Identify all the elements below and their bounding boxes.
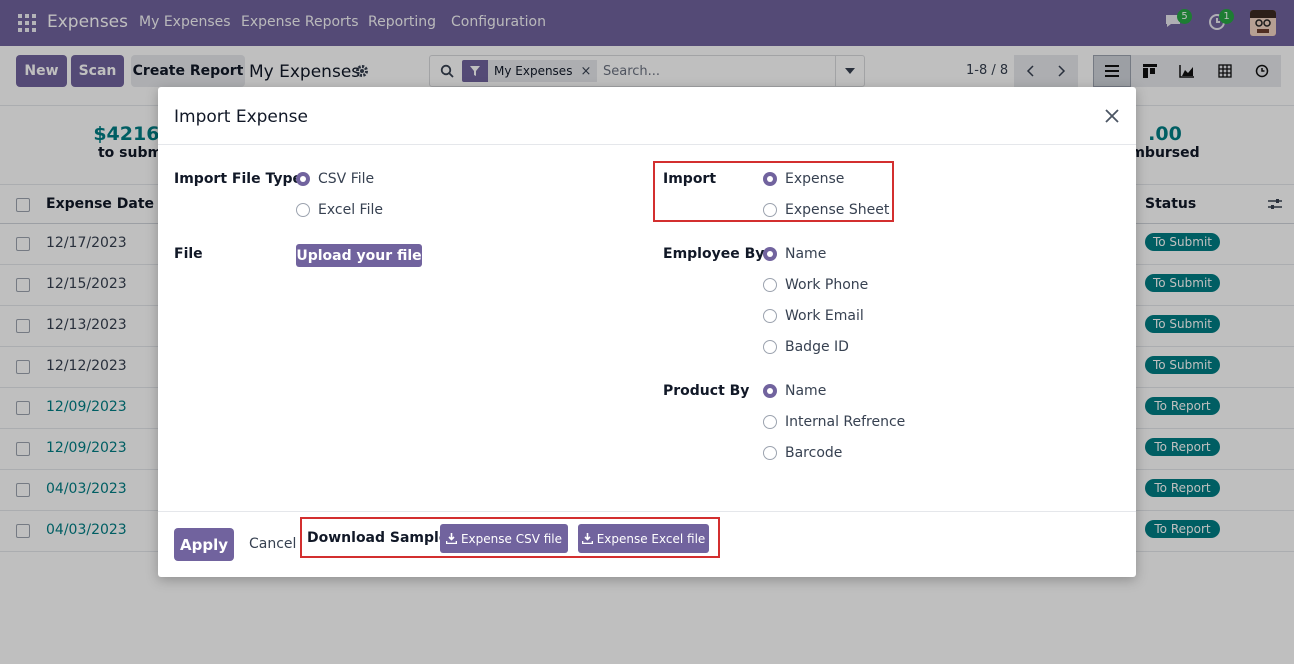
radio-label: Barcode: [785, 445, 843, 461]
radio-indicator[interactable]: [763, 309, 777, 323]
upload-file-button[interactable]: Upload your file: [296, 244, 422, 267]
radio-product-barcode[interactable]: Barcode: [763, 445, 842, 461]
download-csv-label: Expense CSV file: [460, 531, 563, 546]
file-label: File: [174, 246, 203, 262]
radio-indicator-checked[interactable]: [763, 247, 777, 261]
radio-employee-name[interactable]: Name: [763, 246, 826, 262]
download-excel-button[interactable]: Expense Excel file: [578, 524, 709, 553]
cancel-button[interactable]: Cancel: [249, 536, 296, 552]
close-icon[interactable]: [1104, 108, 1120, 124]
radio-indicator[interactable]: [763, 415, 777, 429]
radio-label: CSV File: [318, 171, 375, 187]
radio-label: Work Phone: [785, 277, 869, 293]
import-expense-dialog: Import Expense Import File Type CSV File…: [158, 87, 1136, 577]
radio-import-expense-sheet[interactable]: Expense Sheet: [763, 202, 889, 218]
radio-product-name[interactable]: Name: [763, 383, 826, 399]
download-sample-label: Download Sample:: [307, 530, 454, 546]
radio-label: Excel File: [318, 202, 383, 218]
download-icon: [445, 533, 457, 544]
radio-label: Name: [785, 246, 827, 262]
download-icon: [581, 533, 593, 544]
radio-indicator-checked[interactable]: [763, 172, 777, 186]
apply-button[interactable]: Apply: [174, 528, 234, 561]
radio-label: Internal Refrence: [785, 414, 906, 430]
product-by-label: Product By: [663, 383, 750, 399]
radio-indicator[interactable]: [763, 340, 777, 354]
radio-label: Badge ID: [785, 339, 849, 355]
employee-by-label: Employee By: [663, 246, 765, 262]
radio-indicator-checked[interactable]: [296, 172, 310, 186]
radio-employee-work-phone[interactable]: Work Phone: [763, 277, 868, 293]
radio-indicator[interactable]: [763, 203, 777, 217]
import-file-type-label: Import File Type: [174, 171, 302, 187]
download-excel-label: Expense Excel file: [596, 531, 706, 546]
import-label: Import: [663, 171, 717, 187]
dialog-header-divider: [158, 144, 1136, 145]
radio-csv-file[interactable]: CSV File: [296, 171, 374, 187]
radio-product-internal-reference[interactable]: Internal Refrence: [763, 414, 905, 430]
radio-employee-badge-id[interactable]: Badge ID: [763, 339, 849, 355]
radio-label: Work Email: [785, 308, 864, 324]
radio-label: Name: [785, 383, 827, 399]
radio-indicator[interactable]: [763, 446, 777, 460]
download-csv-button[interactable]: Expense CSV file: [440, 524, 568, 553]
dialog-footer-divider: [158, 511, 1136, 512]
radio-employee-work-email[interactable]: Work Email: [763, 308, 864, 324]
radio-indicator-checked[interactable]: [763, 384, 777, 398]
radio-indicator[interactable]: [763, 278, 777, 292]
radio-label: Expense: [785, 171, 845, 187]
radio-indicator[interactable]: [296, 203, 310, 217]
dialog-title: Import Expense: [174, 107, 308, 127]
radio-import-expense[interactable]: Expense: [763, 171, 844, 187]
radio-excel-file[interactable]: Excel File: [296, 202, 383, 218]
radio-label: Expense Sheet: [785, 202, 890, 218]
